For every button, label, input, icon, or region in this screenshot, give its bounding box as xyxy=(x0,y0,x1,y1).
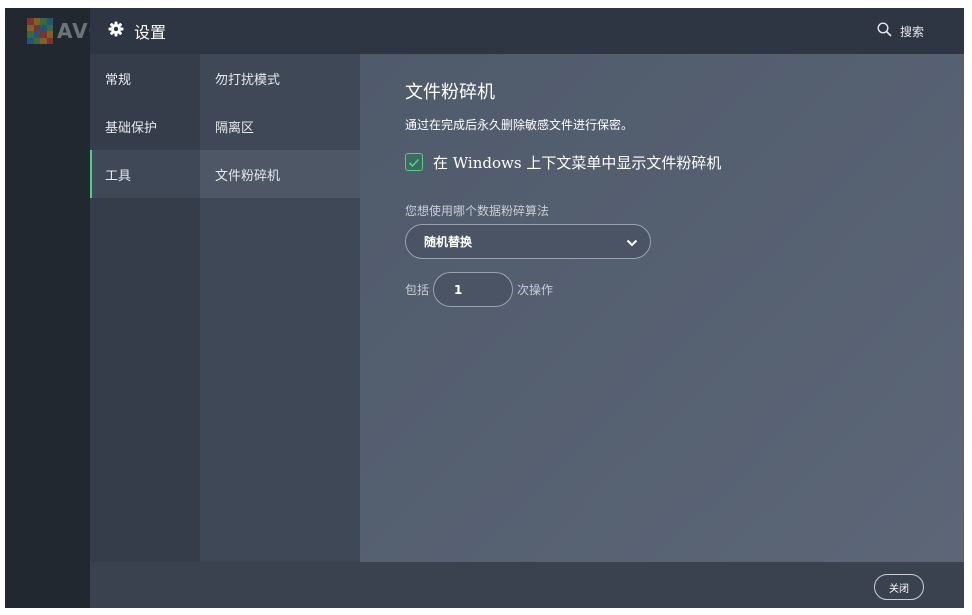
primary-nav: 常规 基础保护 工具 xyxy=(90,54,200,562)
nav-item-basic-protection[interactable]: 基础保护 xyxy=(90,102,200,150)
repeat-suffix: 次操作 xyxy=(517,283,554,297)
context-menu-checkbox[interactable] xyxy=(405,153,423,171)
settings-dialog: 设置 搜索 常规 基础保护 工具 勿打扰模式 隔离区 文件粉碎机 文件粉碎机 通… xyxy=(90,8,964,608)
nav-item-file-shredder[interactable]: 文件粉碎机 xyxy=(200,150,360,198)
panel-description: 通过在完成后永久删除敏感文件进行保密。 xyxy=(405,118,634,132)
dialog-footer: 关闭 xyxy=(90,562,964,608)
algorithm-selected-value: 随机替换 xyxy=(424,235,473,249)
dialog-title: 设置 xyxy=(108,8,166,54)
gear-icon xyxy=(108,21,124,41)
search-icon xyxy=(877,22,892,40)
chevron-down-icon xyxy=(626,232,638,251)
avg-logo-icon xyxy=(27,18,53,44)
search-label: 搜索 xyxy=(899,24,924,39)
nav-item-label: 工具 xyxy=(105,168,132,184)
nav-item-label: 勿打扰模式 xyxy=(215,72,281,88)
checkmark-icon xyxy=(408,153,420,172)
nav-item-general[interactable]: 常规 xyxy=(90,54,200,102)
nav-item-do-not-disturb[interactable]: 勿打扰模式 xyxy=(200,54,360,102)
secondary-nav: 勿打扰模式 隔离区 文件粉碎机 xyxy=(200,54,360,562)
repeat-count-row: 包括 次操作 xyxy=(405,272,553,307)
algorithm-dropdown[interactable]: 随机替换 xyxy=(405,224,651,259)
panel-title: 文件粉碎机 xyxy=(405,82,495,103)
nav-item-label: 基础保护 xyxy=(105,120,158,136)
close-button[interactable]: 关闭 xyxy=(874,574,924,600)
dialog-title-text: 设置 xyxy=(134,23,167,42)
nav-item-label: 常规 xyxy=(105,72,132,88)
nav-item-quarantine[interactable]: 隔离区 xyxy=(200,102,360,150)
settings-panel: 文件粉碎机 通过在完成后永久删除敏感文件进行保密。 在 Windows 上下文菜… xyxy=(360,54,964,562)
context-menu-checkbox-label: 在 Windows 上下文菜单中显示文件粉碎机 xyxy=(433,153,722,172)
search-button[interactable]: 搜索 xyxy=(877,8,924,54)
repeat-prefix: 包括 xyxy=(405,283,430,297)
repeat-count-input[interactable] xyxy=(433,272,514,307)
nav-item-label: 隔离区 xyxy=(215,120,255,136)
nav-item-tools[interactable]: 工具 xyxy=(90,150,200,198)
screen-frame: AVG 设置 搜索 常规 基础保护 工具 勿打扰模式 隔离区 文件粉碎机 文件粉… xyxy=(5,8,964,608)
algorithm-label: 您想使用哪个数据粉碎算法 xyxy=(405,204,550,218)
nav-item-label: 文件粉碎机 xyxy=(215,168,281,184)
title-bar: 设置 搜索 xyxy=(90,8,964,54)
context-menu-option: 在 Windows 上下文菜单中显示文件粉碎机 xyxy=(405,151,721,173)
